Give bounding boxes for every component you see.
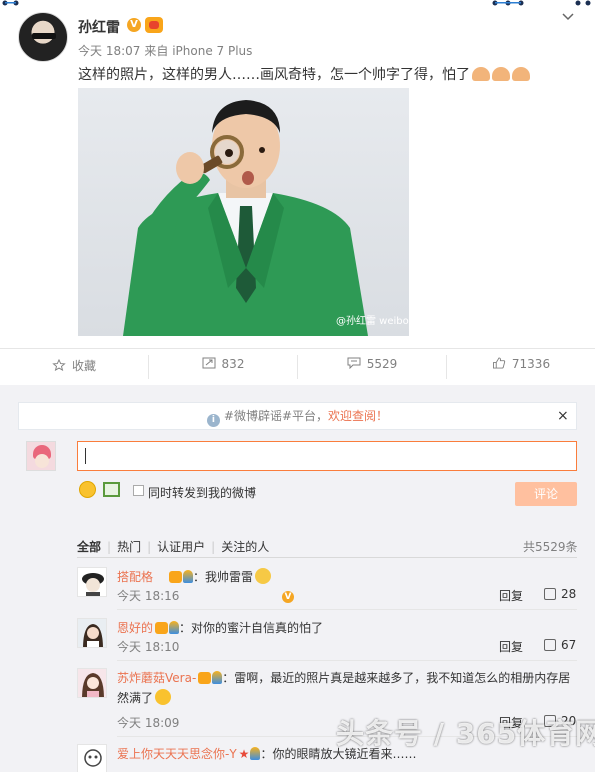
verified-icon: V (127, 18, 141, 32)
comment-like-count: 28 (561, 587, 577, 601)
comment-text: 搭配格 V ：我帅雷雷 (117, 567, 577, 603)
commenter-name[interactable]: 爱上你天天天思念你-Y (117, 747, 237, 761)
man-in-green-suit-illustration: @孙红雷 weibo.com/sunhonglei (123, 100, 409, 336)
comment-body: ：对你的蜜汁自信真的怕了 (179, 621, 324, 635)
decorative-bike-icon (2, 0, 19, 6)
photo-watermark: @孙红雷 weibo.com/sunhonglei (336, 314, 409, 327)
commenter-avatar[interactable] (77, 567, 107, 597)
commenter-avatar[interactable] (77, 618, 107, 648)
pray-emoji-icon (492, 67, 510, 81)
notice-text[interactable]: #微博辟谣#平台， (224, 409, 328, 423)
text-cursor (85, 448, 86, 464)
bulb-badge-icon (212, 671, 223, 684)
comment-count: 5529 (366, 357, 398, 371)
reply-button[interactable]: 回复 (499, 587, 523, 604)
submit-comment-button[interactable]: 评论 (515, 482, 577, 506)
comment-time: 今天 18:09 (117, 716, 180, 730)
cat-emoji-icon (255, 568, 272, 584)
tabs-divider (77, 557, 577, 558)
image-upload-icon[interactable] (103, 482, 120, 497)
author-name[interactable]: 孙红雷 (78, 17, 120, 37)
decorative-bike-icon (492, 0, 524, 6)
post-text: 这样的照片，这样的男人……画风奇特，怎一个帅字了得，怕了 (78, 64, 530, 84)
post-body: 这样的照片，这样的男人……画风奇特，怎一个帅字了得，怕了 (78, 67, 470, 83)
post-photo[interactable]: @孙红雷 weibo.com/sunhonglei (78, 88, 409, 336)
thumbs-up-icon (492, 357, 506, 369)
comment-time: 今天 18:16 (117, 589, 180, 603)
commenter-avatar[interactable] (77, 668, 107, 698)
commenter-name[interactable]: 搭配格 (117, 570, 153, 584)
member-badge-icon (198, 672, 212, 684)
comment-icon (347, 357, 361, 369)
tab-hot[interactable]: 热门 (117, 540, 141, 554)
repost-checkbox[interactable] (133, 485, 144, 496)
my-avatar[interactable] (26, 441, 56, 471)
bulb-badge-icon (183, 570, 194, 583)
comment-divider (117, 609, 577, 610)
comment-body: ：我帅雷雷 (193, 570, 254, 584)
avatar-sunglasses (32, 33, 56, 39)
post-action-bar: 收藏 832 5529 71336 (0, 348, 595, 385)
comment-total: 共5529条 (523, 540, 578, 554)
verified-icon: V (282, 591, 295, 603)
comment-item: 恩好的 ：对你的蜜汁自信真的怕了 今天 18:10 回复 67 (77, 618, 577, 661)
repost-checkbox-label[interactable]: 同时转发到我的微博 (148, 484, 256, 501)
favorite-button[interactable]: 收藏 (0, 357, 148, 374)
tab-verified[interactable]: 认证用户 (157, 540, 205, 554)
notice-link[interactable]: 欢迎查阅！ (328, 409, 388, 423)
member-badge-icon (155, 622, 169, 634)
smile-emoji-icon (155, 689, 172, 705)
commenter-avatar[interactable] (77, 744, 107, 772)
rumor-notice-banner: i #微博辟谣#平台，欢迎查阅！ (18, 402, 577, 430)
reply-button[interactable]: 回复 (499, 638, 523, 655)
commenter-name[interactable]: 恩好的 (117, 621, 153, 635)
tab-separator: | (211, 540, 216, 554)
like-button[interactable]: 71336 (447, 357, 595, 371)
comment-input[interactable] (77, 441, 577, 471)
tab-separator: | (107, 540, 112, 554)
site-watermark: 头条号 / 365体育网 (336, 717, 595, 750)
chevron-down-icon[interactable] (562, 10, 574, 24)
decorative-bike-icon (575, 0, 591, 6)
comment-button[interactable]: 5529 (298, 357, 446, 371)
pray-emoji-icon (472, 67, 490, 81)
repost-icon (202, 357, 216, 369)
close-icon[interactable]: × (557, 408, 569, 424)
commenter-name[interactable]: 苏炸蘑菇Vera- (117, 671, 196, 685)
comment-divider (117, 660, 577, 661)
bulb-badge-icon (250, 747, 261, 760)
repost-button[interactable]: 832 (149, 357, 297, 371)
tab-separator: | (147, 540, 152, 554)
comment-text: 恩好的 ：对你的蜜汁自信真的怕了 (117, 618, 577, 638)
star-badge-icon: ★ (238, 747, 250, 761)
comment-like-button[interactable]: 67 (544, 638, 576, 652)
post-meta: 今天 18:07 来自 iPhone 7 Plus (78, 42, 256, 59)
member-badge-icon[interactable] (145, 17, 163, 33)
thumbs-up-icon (544, 639, 556, 651)
comment-like-button[interactable]: 28 (544, 587, 576, 601)
comment-like-count: 67 (561, 638, 577, 652)
thumbs-up-icon (544, 588, 556, 600)
info-icon: i (206, 414, 220, 427)
post-source: 来自 iPhone 7 Plus (144, 44, 253, 58)
tab-following[interactable]: 关注的人 (221, 540, 269, 554)
bulb-badge-icon (169, 621, 180, 634)
star-icon (52, 359, 66, 371)
emoji-picker-icon[interactable] (79, 481, 96, 498)
like-count: 71336 (511, 357, 551, 371)
member-badge-icon (169, 571, 183, 583)
pray-emoji-icon (512, 67, 530, 81)
author-avatar[interactable] (18, 12, 68, 62)
tab-all[interactable]: 全部 (77, 540, 101, 554)
comment-item: 搭配格 V ：我帅雷雷 今天 18:16 回复 28 (77, 567, 577, 610)
repost-count: 832 (221, 357, 245, 371)
comment-text: 苏炸蘑菇Vera- ：雷啊，最近的照片真是越来越多了，我不知道怎么的相册内存居然满… (117, 668, 577, 708)
comment-filter-tabs: 全部 | 热门 | 认证用户 | 关注的人 (77, 538, 275, 555)
comment-time: 今天 18:10 (117, 640, 180, 654)
post-time[interactable]: 今天 18:07 (78, 44, 140, 58)
favorite-label: 收藏 (71, 359, 96, 373)
